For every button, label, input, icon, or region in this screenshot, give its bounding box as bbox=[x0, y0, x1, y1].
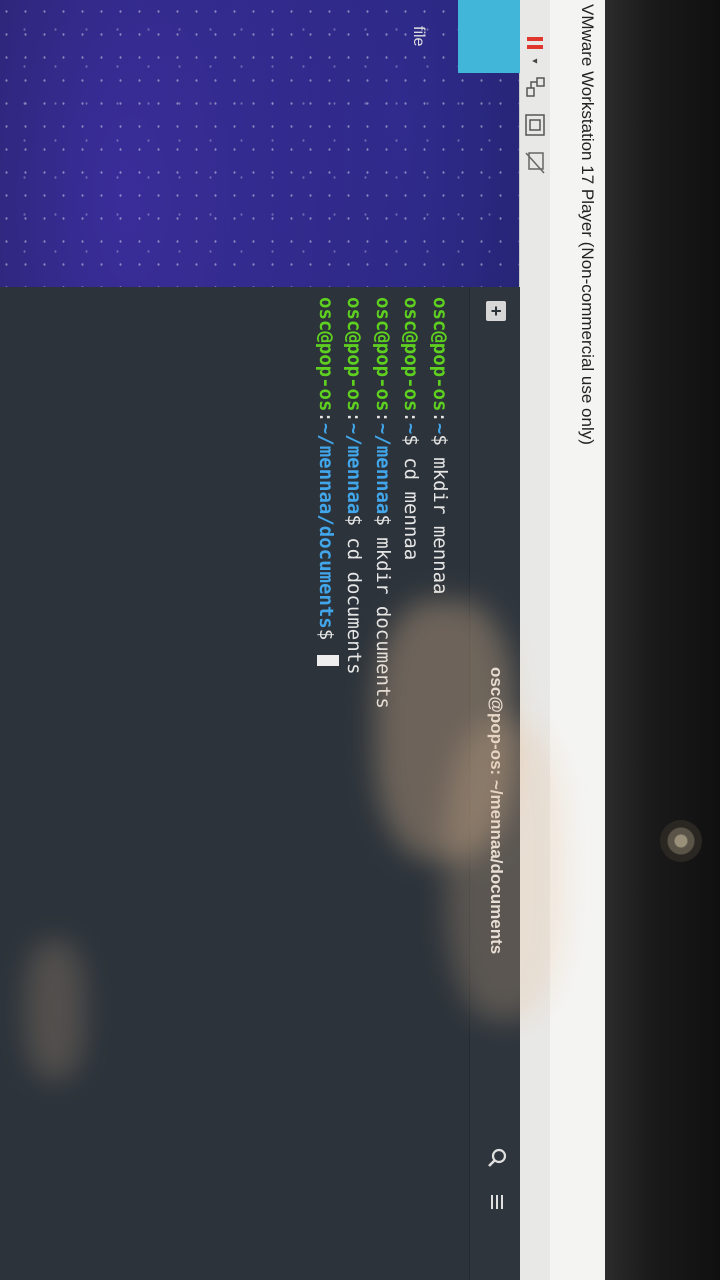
desktop-accent-tab[interactable] bbox=[458, 0, 520, 73]
vm-settings-icon[interactable] bbox=[523, 74, 547, 100]
hamburger-menu-icon[interactable] bbox=[488, 1193, 506, 1211]
terminal-cursor bbox=[317, 654, 339, 666]
screen-reflection bbox=[25, 940, 85, 1080]
fit-window-icon[interactable] bbox=[523, 112, 547, 138]
window-titlebar: VMware Workstation 17 Player (Non-commer… bbox=[549, 0, 605, 1280]
laptop-bezel bbox=[605, 0, 720, 1280]
screen-reflection bbox=[445, 720, 565, 1020]
unity-disabled-icon[interactable] bbox=[523, 150, 547, 176]
pause-icon[interactable] bbox=[523, 34, 547, 52]
terminal-line: osc@pop-os:~/mennaa/documents$ bbox=[312, 297, 341, 1257]
vm-screen: VMware Workstation 17 Player (Non-commer… bbox=[0, 0, 605, 1280]
window-title: VMware Workstation 17 Player (Non-commer… bbox=[578, 4, 597, 445]
terminal-line: osc@pop-os:~/mennaa$ cd documents bbox=[343, 297, 366, 675]
new-tab-icon[interactable]: + bbox=[486, 301, 506, 321]
search-icon[interactable] bbox=[486, 1147, 508, 1169]
chevron-down-icon[interactable]: ▾ bbox=[523, 56, 547, 66]
file-label: file bbox=[410, 26, 427, 47]
vmware-toolbar: ▾ bbox=[519, 0, 550, 1280]
webcam bbox=[660, 820, 702, 862]
